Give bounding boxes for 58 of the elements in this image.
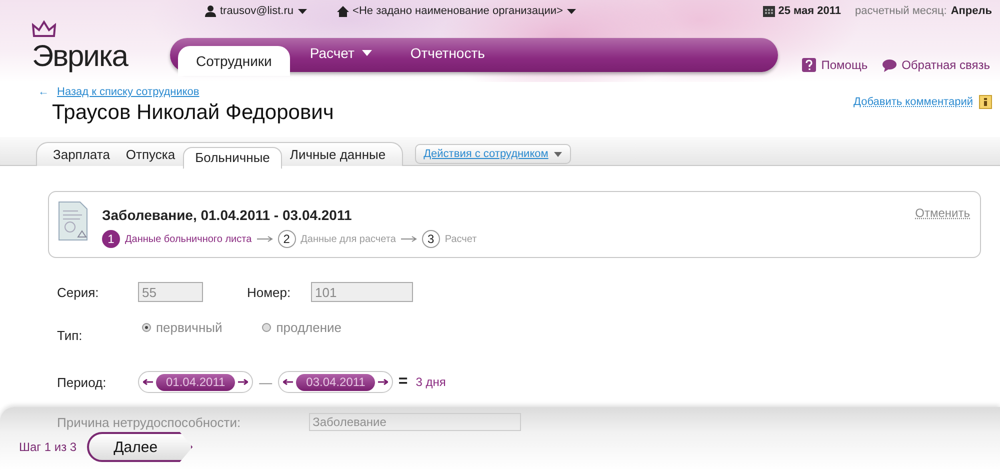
help-book-icon[interactable]	[802, 58, 816, 72]
step-label[interactable]: Данные больничного листа	[125, 234, 252, 244]
radio-button[interactable]	[262, 323, 272, 332]
equals-sign: =	[398, 373, 408, 391]
right-arrow-icon[interactable]	[378, 379, 388, 385]
nav-tab[interactable]: Расчет	[292, 38, 390, 68]
home-icon	[336, 6, 349, 16]
date-picker[interactable]: 03.04.2011	[296, 374, 376, 390]
duration-text: 3 дня	[416, 375, 446, 389]
month-value[interactable]: Апрель	[950, 5, 992, 17]
date-picker[interactable]: 01.04.2011	[156, 374, 236, 390]
section-tab[interactable]: Больничные	[183, 146, 282, 168]
nav-tab[interactable]: Отчетность	[392, 38, 503, 68]
help-link[interactable]: Помощь	[821, 58, 868, 72]
left-arrow-icon[interactable]	[283, 379, 294, 385]
back-arrow[interactable]: ←	[38, 86, 49, 98]
section-tab[interactable]: Личные данные	[282, 143, 394, 166]
caret-icon[interactable]	[566, 8, 576, 14]
step-number[interactable]: 2	[278, 230, 296, 248]
next-button[interactable]: Далее	[86, 432, 193, 462]
employee-name: Траусов Николай Федорович	[52, 101, 334, 125]
crown-icon	[32, 20, 56, 40]
right-arrow-icon[interactable]	[238, 379, 248, 385]
month-label: расчетный месяц:	[855, 5, 947, 17]
caret-icon[interactable]	[298, 8, 307, 14]
back-link[interactable]: Назад к списку сотрудников	[57, 86, 200, 98]
arrow-icon	[400, 236, 417, 242]
document-icon	[58, 201, 88, 241]
arrow-icon	[256, 236, 273, 242]
field-label: Период:	[57, 374, 108, 390]
caret-icon	[554, 152, 562, 156]
radio-button[interactable]	[142, 323, 151, 332]
step-number[interactable]: 3	[422, 230, 440, 248]
radio-label[interactable]: продление	[276, 320, 342, 335]
speech-bubble-icon[interactable]	[882, 58, 897, 72]
current-date: 25 мая 2011	[778, 5, 841, 17]
add-comment-link[interactable]: Добавить комментарий	[854, 96, 973, 108]
section-tab[interactable]: Зарплата	[45, 143, 118, 166]
section-tab[interactable]: Отпуска	[118, 143, 184, 166]
step-counter: Шаг 1 из 3	[19, 440, 77, 454]
user-menu[interactable]: trausov@list.ru	[220, 5, 294, 17]
feedback-link[interactable]: Обратная связь	[902, 58, 990, 72]
range-dash: —	[259, 374, 272, 390]
radio-label[interactable]: первичный	[156, 320, 222, 335]
cancel-link[interactable]: Отменить	[915, 206, 970, 220]
calendar-icon	[763, 6, 776, 16]
field-label: Причина нетрудоспособности:	[57, 414, 241, 430]
field-label: Серия:	[57, 284, 100, 300]
nav-tab[interactable]: Сотрудники	[178, 46, 290, 76]
field-label: Тип:	[57, 328, 84, 343]
field-label: Номер:	[247, 284, 292, 300]
logo[interactable]: Эврика	[32, 40, 128, 74]
left-arrow-icon[interactable]	[143, 379, 153, 385]
organization-menu[interactable]: <Не задано наименование организации>	[352, 5, 563, 17]
step-number[interactable]: 1	[102, 230, 120, 248]
sick-leave-title: Заболевание, 01.04.2011 - 03.04.2011	[102, 207, 353, 223]
note-icon[interactable]	[979, 95, 992, 109]
user-icon	[205, 5, 216, 17]
